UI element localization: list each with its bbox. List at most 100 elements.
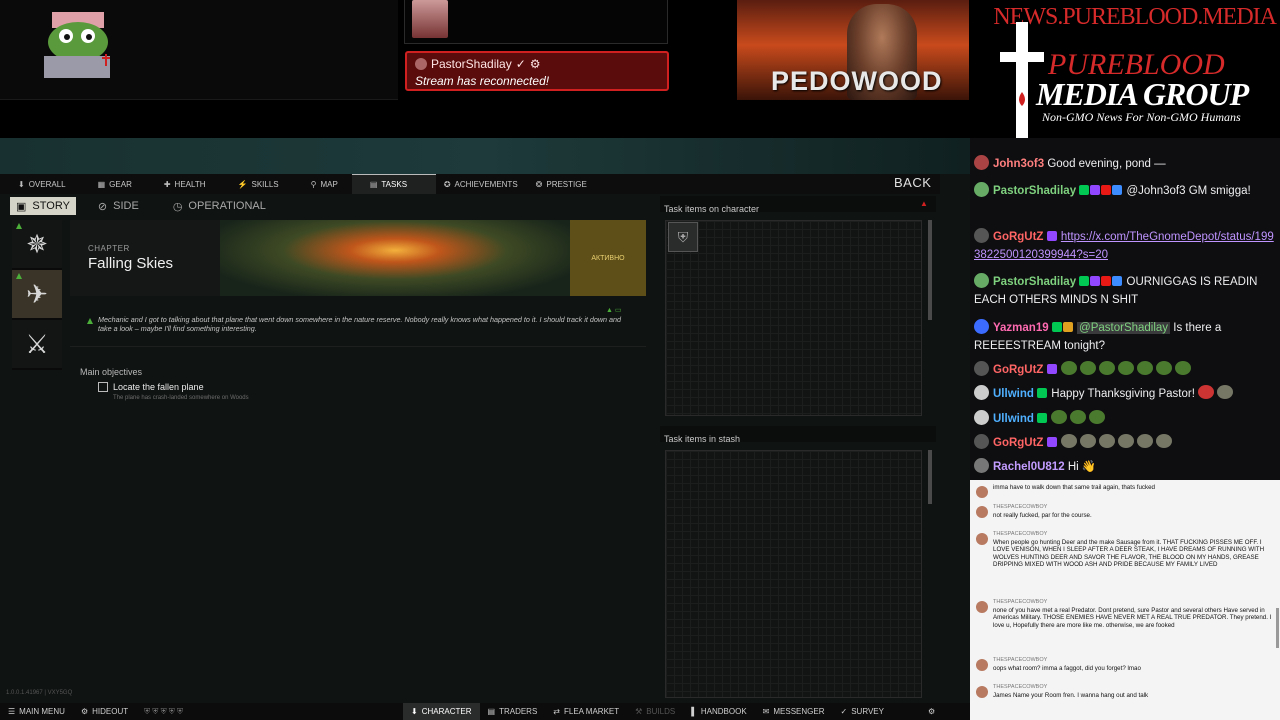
subtab-label: OPERATIONAL	[188, 200, 266, 212]
subtab-operational[interactable]: ◷ OPERATIONAL	[167, 197, 272, 215]
chat-username[interactable]: GoRgUtZ	[993, 364, 1043, 376]
avatar	[974, 182, 989, 197]
subtab-story[interactable]: ▣ STORY	[10, 197, 76, 215]
dogtag-item-icon[interactable]: ⛨	[668, 222, 698, 252]
chat-message: Ullwind	[974, 410, 1274, 428]
tab-label: HEALTH	[174, 179, 206, 189]
chat-username[interactable]: GoRgUtZ	[993, 437, 1043, 449]
chapter-item[interactable]: ⚔	[12, 320, 62, 370]
bb-label: HANDBOOK	[700, 707, 747, 716]
builds-button[interactable]: ⚒ BUILDS	[627, 703, 683, 720]
person-icon: ⬇	[18, 179, 25, 189]
stash-items-scrollbar[interactable]	[928, 450, 932, 504]
frog-emote-icon	[1079, 361, 1096, 375]
frog-emote-icon	[1098, 361, 1115, 375]
chat-message: Rachel0U812 Hi 👋	[974, 458, 1274, 476]
active-marker-icon	[16, 223, 22, 229]
version-text: 1.0.0.1.41967 | VXY5GQ	[6, 690, 73, 696]
character-tabbar: ⬇ OVERALL ▦ GEAR ✚ HEALTH ⚡ SKILLS ⚲ MAP ▤ TAS…	[0, 174, 940, 194]
objectives-header: Main objectives	[80, 367, 143, 377]
yt-message: THESPACECOWBOY none of you have met a rea…	[976, 599, 1272, 629]
tab-tasks[interactable]: ▤ TASKS	[351, 174, 436, 194]
tab-prestige[interactable]: ❂ PRESTIGE	[532, 174, 601, 194]
sub-badge-icon	[1090, 185, 1101, 195]
side-quest-icon: ⊘	[97, 200, 108, 213]
tab-overall[interactable]: ⬇ OVERALL	[0, 174, 80, 194]
avatar	[974, 273, 989, 288]
chat-username[interactable]: GoRgUtZ	[993, 231, 1043, 243]
char-items-scrollbar[interactable]	[928, 220, 932, 320]
subtab-side[interactable]: ⊘ SIDE	[92, 197, 145, 215]
objective-subtitle: The plane has crash-landed somewhere on …	[113, 395, 249, 401]
reconnect-alert: PastorShadilay ✓ ⚙ Stream has reconnected!	[405, 51, 669, 91]
flea-icon: ⇄	[553, 707, 560, 716]
warning-icon: ▲	[920, 199, 928, 208]
traders-icon: ▤	[487, 707, 496, 716]
chapter-list: ✵ ✈ ⚔	[12, 220, 62, 370]
task-type-tabs: ▣ STORY ⊘ SIDE ◷ OPERATIONAL	[10, 197, 272, 215]
trophy-icon: ✪	[443, 179, 451, 189]
hideout-button[interactable]: ⚙ HIDEOUT	[73, 703, 136, 720]
book-icon: ▣	[16, 200, 27, 213]
tab-map[interactable]: ⚲ MAP	[293, 174, 352, 194]
frog-emote-icon	[1051, 410, 1068, 424]
chat-username[interactable]: Ullwind	[993, 388, 1034, 400]
chat-username[interactable]: Rachel0U812	[993, 461, 1065, 473]
traders-button[interactable]: ▤ TRADERS	[480, 703, 546, 720]
webcam-face	[412, 0, 448, 38]
yt-text: none of you have met a real Predator. Do…	[993, 606, 1272, 629]
chat-message: John3of3 Good evening, pond —	[974, 155, 1274, 173]
chapter-label: CHAPTER	[88, 244, 130, 253]
stash-items-grid[interactable]	[665, 450, 922, 698]
chat-text: Hi 👋	[1067, 461, 1097, 473]
chat-username[interactable]: Ullwind	[993, 413, 1034, 425]
yt-text: oops what room? imma a faggot, did you f…	[993, 664, 1141, 672]
chapter-item[interactable]: ✵	[12, 220, 62, 270]
survey-button[interactable]: ✓ SURVEY	[833, 703, 892, 720]
bb-label: MESSENGER	[773, 707, 825, 716]
main-menu-button[interactable]: ☰ MAIN MENU	[0, 703, 73, 720]
back-button[interactable]: BACK	[894, 175, 931, 190]
chat-mention[interactable]: @PastorShadilay	[1077, 322, 1171, 334]
user-avatar-icon	[415, 58, 427, 70]
frog-emote-icon	[1089, 410, 1106, 424]
handbook-button[interactable]: ▌ HANDBOOK	[683, 703, 754, 720]
game-background	[0, 138, 970, 174]
avatar	[976, 486, 988, 498]
tab-skills[interactable]: ⚡ SKILLS	[220, 174, 293, 194]
map-icon[interactable]: ▲ ▭	[606, 306, 622, 314]
flea-market-button[interactable]: ⇄ FLEA MARKET	[545, 703, 627, 720]
frog-emote-icon	[1174, 361, 1191, 375]
survey-icon: ✓	[840, 707, 848, 716]
clock-icon: ◷	[172, 200, 183, 213]
avatar	[974, 155, 989, 170]
yt-text: imma have to walk down that same trail a…	[993, 484, 1155, 491]
char-items-grid[interactable]	[665, 220, 922, 416]
sub-badge-icon	[1046, 437, 1057, 447]
tab-health[interactable]: ✚ HEALTH	[146, 174, 220, 194]
chat-username[interactable]: Yazman19	[993, 322, 1049, 334]
yt-username: THESPACECOWBOY	[993, 684, 1048, 690]
character-button[interactable]: ⬇ CHARACTER	[403, 703, 480, 720]
messenger-button[interactable]: ✉ MESSENGER	[755, 703, 833, 720]
soldier-emote-icon	[1155, 434, 1172, 448]
brand-line2: MEDIA GROUP	[1036, 76, 1249, 112]
tab-gear[interactable]: ▦ GEAR	[80, 174, 146, 194]
chapter-item-selected[interactable]: ✈	[12, 270, 62, 320]
avatar	[974, 458, 989, 473]
turkey-emote-icon	[1198, 385, 1215, 399]
chat-username[interactable]: John3of3	[993, 158, 1044, 170]
bb-label: CHARACTER	[421, 707, 472, 716]
yt-chat-scrollbar[interactable]	[1276, 608, 1279, 648]
avatar	[974, 434, 989, 449]
chat-text: Happy Thanksgiving Pastor!	[1051, 388, 1195, 400]
chat-message: Ullwind Happy Thanksgiving Pastor!	[974, 385, 1274, 403]
handbook-icon: ▌	[691, 707, 697, 716]
tab-label: SKILLS	[251, 179, 279, 189]
settings-button[interactable]: ⚙	[920, 703, 943, 720]
stash-items-header: Task items in stash	[660, 426, 936, 444]
quick-slots[interactable]: ⛨ ⛨ ⛨ ⛨ ⛨	[136, 703, 191, 720]
chat-username[interactable]: PastorShadilay	[993, 185, 1076, 197]
chat-username[interactable]: PastorShadilay	[993, 276, 1076, 288]
tab-achievements[interactable]: ✪ ACHIEVEMENTS	[436, 174, 532, 194]
